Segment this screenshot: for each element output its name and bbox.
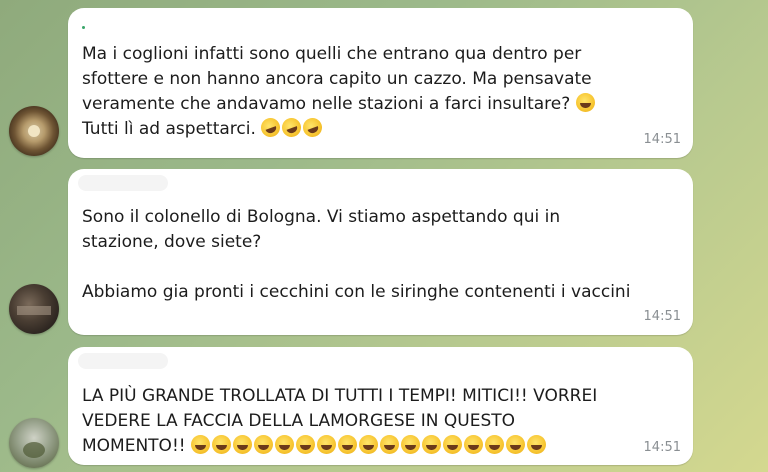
- laughing-emoji-icon: [505, 435, 525, 454]
- laughing-emoji-icon: [232, 435, 252, 454]
- message-timestamp: 14:51: [643, 440, 681, 455]
- laughing-emoji-icon: [190, 435, 210, 454]
- laughing-emoji-icon: [421, 435, 441, 454]
- sender-name-redacted: [78, 175, 168, 191]
- message-text: Ma i coglioni infatti sono quelli che en…: [82, 42, 682, 142]
- message-line-with-emoji: veramente che andavamo nelle stazioni a …: [82, 92, 682, 117]
- message-line: Abbiamo gia pronti i cecchini con le sir…: [82, 282, 631, 302]
- sender-indicator: [82, 26, 85, 29]
- message-line-with-emoji: MOMENTO!!: [82, 434, 642, 459]
- line-break: [82, 255, 687, 280]
- laughing-emoji-icon: [316, 435, 336, 454]
- message-line: sfottere e non hanno ancora capito un ca…: [82, 69, 592, 89]
- message-line: Tutti lì ad aspettarci.: [82, 119, 256, 139]
- laughing-emoji-icon: [575, 93, 595, 112]
- laughing-emoji-icon: [253, 435, 273, 454]
- laughing-emoji-icon: [400, 435, 420, 454]
- message-line: stazione, dove siete?: [82, 232, 262, 252]
- message-bubble[interactable]: LA PIÙ GRANDE TROLLATA DI TUTTI I TEMPI!…: [68, 347, 693, 465]
- sender-name-redacted: [78, 353, 168, 369]
- message-text: Sono il colonello di Bologna. Vi stiamo …: [82, 205, 687, 305]
- message-line: Sono il colonello di Bologna. Vi stiamo …: [82, 207, 561, 227]
- avatar[interactable]: [9, 418, 59, 468]
- laughing-emoji-icon: [211, 435, 231, 454]
- message-line: LA PIÙ GRANDE TROLLATA DI TUTTI I TEMPI!…: [82, 386, 598, 406]
- rofl-emoji-icon: [258, 115, 283, 140]
- message-text: LA PIÙ GRANDE TROLLATA DI TUTTI I TEMPI!…: [82, 384, 642, 459]
- chat-area: Ma i coglioni infatti sono quelli che en…: [0, 0, 768, 472]
- avatar-image: [23, 442, 45, 458]
- message-timestamp: 14:51: [643, 309, 681, 324]
- message-bubble[interactable]: Sono il colonello di Bologna. Vi stiamo …: [68, 169, 693, 335]
- rofl-emoji-icon: [279, 115, 304, 140]
- laughing-emoji-icon: [526, 435, 546, 454]
- laughing-emoji-icon: [274, 435, 294, 454]
- message-line: MOMENTO!!: [82, 436, 186, 456]
- message-line: veramente che andavamo nelle stazioni a …: [82, 94, 571, 114]
- laughing-emoji-icon: [337, 435, 357, 454]
- message-line: VEDERE LA FACCIA DELLA LAMORGESE IN QUES…: [82, 411, 516, 431]
- laughing-emoji-icon: [463, 435, 483, 454]
- avatar-image: [17, 306, 51, 315]
- laughing-emoji-icon: [358, 435, 378, 454]
- avatar[interactable]: [9, 284, 59, 334]
- message-line-with-emoji: Tutti lì ad aspettarci.: [82, 115, 682, 142]
- message-timestamp: 14:51: [643, 132, 681, 147]
- laughing-emoji-icon: [295, 435, 315, 454]
- laughing-emoji-icon: [484, 435, 504, 454]
- laughing-emoji-icon: [379, 435, 399, 454]
- avatar-image: [28, 125, 40, 137]
- rofl-emoji-icon: [300, 115, 325, 140]
- avatar[interactable]: [9, 106, 59, 156]
- message-line: Ma i coglioni infatti sono quelli che en…: [82, 44, 582, 64]
- laughing-emoji-icon: [442, 435, 462, 454]
- message-bubble[interactable]: Ma i coglioni infatti sono quelli che en…: [68, 8, 693, 158]
